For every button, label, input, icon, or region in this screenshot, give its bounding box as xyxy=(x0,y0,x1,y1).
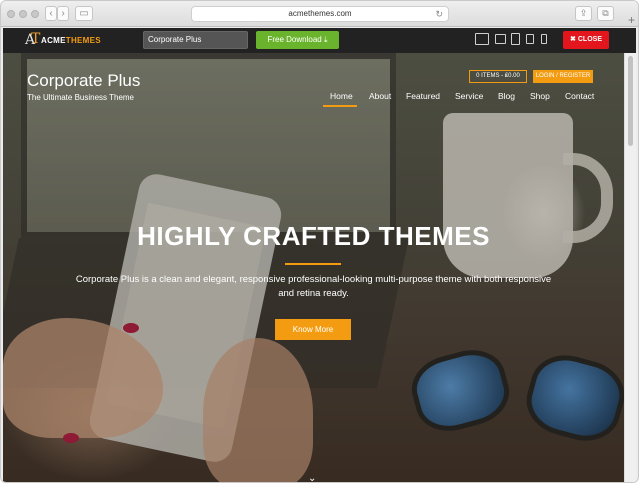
acme-logo-text: ACMETHEMES xyxy=(41,36,101,45)
share-icon[interactable]: ⇪ xyxy=(575,6,592,21)
nav-item-blog[interactable]: Blog xyxy=(498,91,515,101)
address-bar[interactable]: acmethemes.com ↻ xyxy=(191,6,449,22)
scrollbar-thumb[interactable] xyxy=(628,56,633,146)
nav-item-contact[interactable]: Contact xyxy=(565,91,594,101)
page-scrollbar[interactable] xyxy=(624,53,636,482)
window-close-dot[interactable] xyxy=(7,10,15,18)
know-more-button[interactable]: Know More xyxy=(275,319,351,340)
hero-section: Corporate Plus The Ultimate Business The… xyxy=(3,53,624,482)
browser-toolbar: ‹ › ▭ acmethemes.com ↻ ⇪ ⧉ + xyxy=(1,1,638,27)
chevron-down-icon[interactable]: ⌄ xyxy=(308,473,316,482)
reload-icon[interactable]: ↻ xyxy=(435,7,443,21)
free-download-label: Free Download xyxy=(267,35,322,44)
nav-item-about[interactable]: About xyxy=(369,91,391,101)
browser-window: ‹ › ▭ acmethemes.com ↻ ⇪ ⧉ + AT ACMETHEM… xyxy=(0,0,639,483)
chevron-left-icon[interactable]: ‹ xyxy=(45,6,57,21)
url-text: acmethemes.com xyxy=(288,9,352,18)
window-minimize-dot[interactable] xyxy=(19,10,27,18)
nav-item-featured[interactable]: Featured xyxy=(406,91,440,101)
download-icon: ⤓ xyxy=(323,35,328,44)
cart-button[interactable]: 0 ITEMS - ₤0.00 xyxy=(469,70,527,83)
main-navigation: Home About Featured Service Blog Shop Co… xyxy=(3,91,624,107)
chevron-right-icon[interactable]: › xyxy=(57,6,69,21)
hero-title: HIGHLY CRAFTED THEMES xyxy=(137,221,490,251)
demo-bar: AT ACMETHEMES Corporate Plus Free Downlo… xyxy=(3,28,636,53)
close-label: CLOSE xyxy=(577,36,602,43)
nav-item-service[interactable]: Service xyxy=(455,91,483,101)
acme-logo-mark: AT xyxy=(25,31,41,48)
mobile-icon[interactable] xyxy=(541,34,547,44)
hero-divider xyxy=(285,263,341,265)
laptop-icon[interactable] xyxy=(495,34,506,44)
nav-item-shop[interactable]: Shop xyxy=(530,91,550,101)
tabs-icon[interactable]: ⧉ xyxy=(597,6,614,21)
tablet-portrait-icon[interactable] xyxy=(526,34,534,44)
plus-icon[interactable]: + xyxy=(628,13,635,27)
nav-item-home[interactable]: Home xyxy=(330,91,353,101)
sidebar-icon[interactable]: ▭ xyxy=(75,6,93,21)
tablet-icon[interactable] xyxy=(511,33,520,45)
hero-overlay xyxy=(3,53,624,482)
site-title[interactable]: Corporate Plus xyxy=(27,71,140,91)
close-button[interactable]: ✖ CLOSE xyxy=(563,31,609,49)
window-zoom-dot[interactable] xyxy=(31,10,39,18)
theme-select[interactable]: Corporate Plus xyxy=(143,31,248,49)
nav-active-indicator xyxy=(323,105,357,107)
free-download-button[interactable]: Free Download ⤓ xyxy=(256,31,339,49)
desktop-icon[interactable] xyxy=(475,33,489,45)
close-icon: ✖ xyxy=(570,36,576,43)
hero-description: Corporate Plus is a clean and elegant, r… xyxy=(75,274,552,299)
login-register-button[interactable]: LOGIN / REGISTER xyxy=(533,70,593,83)
